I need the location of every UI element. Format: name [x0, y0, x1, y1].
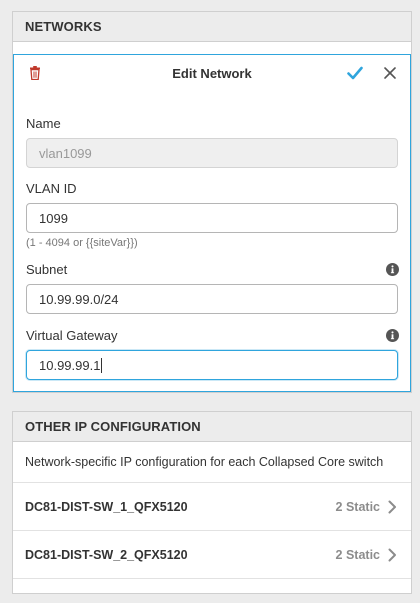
- networks-header: NETWORKS: [13, 12, 411, 42]
- other-ip-description: Network-specific IP configuration for ea…: [13, 442, 411, 483]
- close-icon[interactable]: [383, 66, 397, 80]
- trash-icon[interactable]: [29, 66, 41, 80]
- vlan-id-label: VLAN ID: [26, 181, 77, 196]
- other-ip-configuration-panel: OTHER IP CONFIGURATION Network-specific …: [12, 411, 412, 594]
- name-value: vlan1099: [39, 145, 92, 161]
- virtual-gateway-input[interactable]: 10.99.99.1: [26, 350, 398, 380]
- form-title: Edit Network: [172, 65, 252, 81]
- networks-panel: NETWORKS Edit Network Name vlan1099 VLAN…: [12, 11, 412, 393]
- name-label: Name: [26, 116, 61, 131]
- switch-row[interactable]: DC81-DIST-SW_2_QFX5120 2 Static: [13, 531, 411, 579]
- subnet-value: 10.99.99.0/24: [39, 291, 119, 307]
- chevron-right-icon: [388, 548, 396, 561]
- switch-row[interactable]: DC81-DIST-SW_1_QFX5120 2 Static: [13, 483, 411, 531]
- virtual-gateway-label: Virtual Gateway: [26, 328, 118, 343]
- vlan-id-value: 1099: [39, 210, 68, 226]
- subnet-input[interactable]: 10.99.99.0/24: [26, 284, 398, 314]
- switch-name: DC81-DIST-SW_2_QFX5120: [25, 547, 188, 562]
- switch-status: 2 Static: [335, 547, 380, 562]
- vlan-id-input[interactable]: 1099: [26, 203, 398, 233]
- name-field: vlan1099: [26, 138, 398, 168]
- subnet-label: Subnet: [26, 262, 68, 277]
- switch-status: 2 Static: [335, 499, 380, 514]
- vlan-id-hint: (1 - 4094 or {{siteVar}}): [26, 237, 138, 249]
- check-icon[interactable]: [347, 66, 363, 80]
- switch-name: DC81-DIST-SW_1_QFX5120: [25, 499, 188, 514]
- text-caret: [101, 357, 103, 373]
- chevron-right-icon: [388, 500, 396, 513]
- other-ip-header: OTHER IP CONFIGURATION: [13, 412, 411, 442]
- form-title-bar: Edit Network: [14, 55, 410, 91]
- info-icon[interactable]: [386, 329, 399, 342]
- edit-network-form: Edit Network Name vlan1099 VLAN ID 1099 …: [13, 54, 411, 392]
- info-icon[interactable]: [386, 263, 399, 276]
- virtual-gateway-value: 10.99.99.1: [39, 357, 101, 373]
